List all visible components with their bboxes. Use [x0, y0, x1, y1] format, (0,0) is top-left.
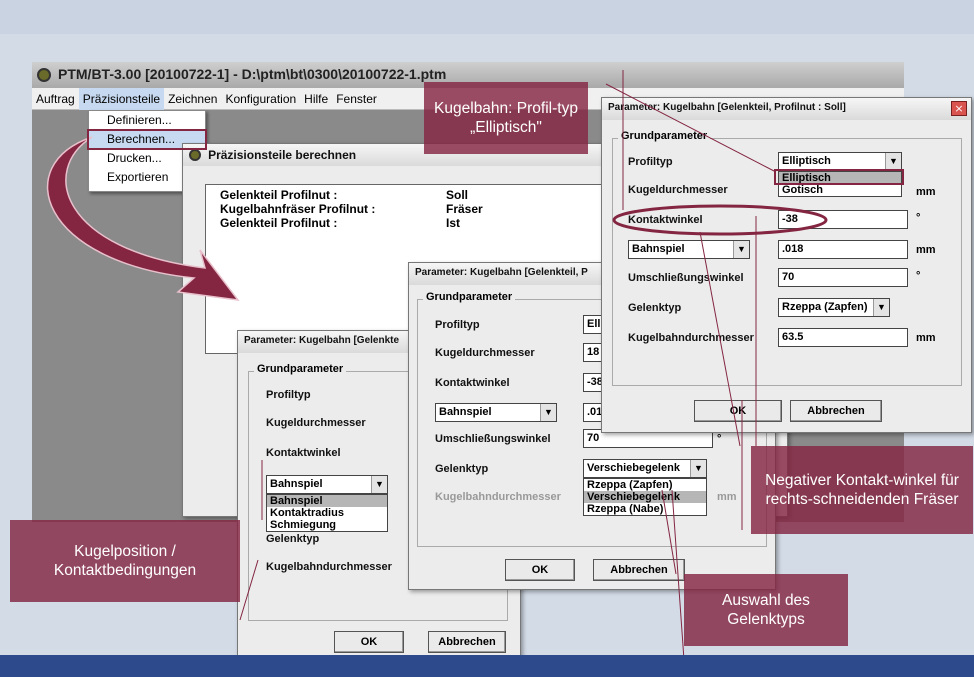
- connector-line: [671, 489, 685, 661]
- highlight-kontaktwinkel: [612, 204, 828, 236]
- highlight-elliptisch: [774, 169, 904, 185]
- bottom-band: [0, 655, 974, 677]
- connector-line: [239, 559, 259, 621]
- callout-gelenktyp: Auswahl des Gelenktyps: [684, 574, 848, 646]
- curved-arrow-icon: [46, 136, 240, 301]
- callout-kontaktwinkel: Negativer Kontakt-winkel für rechts-schn…: [751, 446, 973, 534]
- connector-line: [699, 231, 741, 447]
- connector-line: [605, 83, 777, 173]
- highlight-berechnen: [87, 129, 207, 150]
- connector-line: [661, 489, 677, 575]
- callout-kugelposition: Kugelposition / Kontaktbedingungen: [10, 520, 240, 602]
- callout-profiltyp: Kugelbahn: Profil-typ „Elliptisch": [424, 82, 588, 154]
